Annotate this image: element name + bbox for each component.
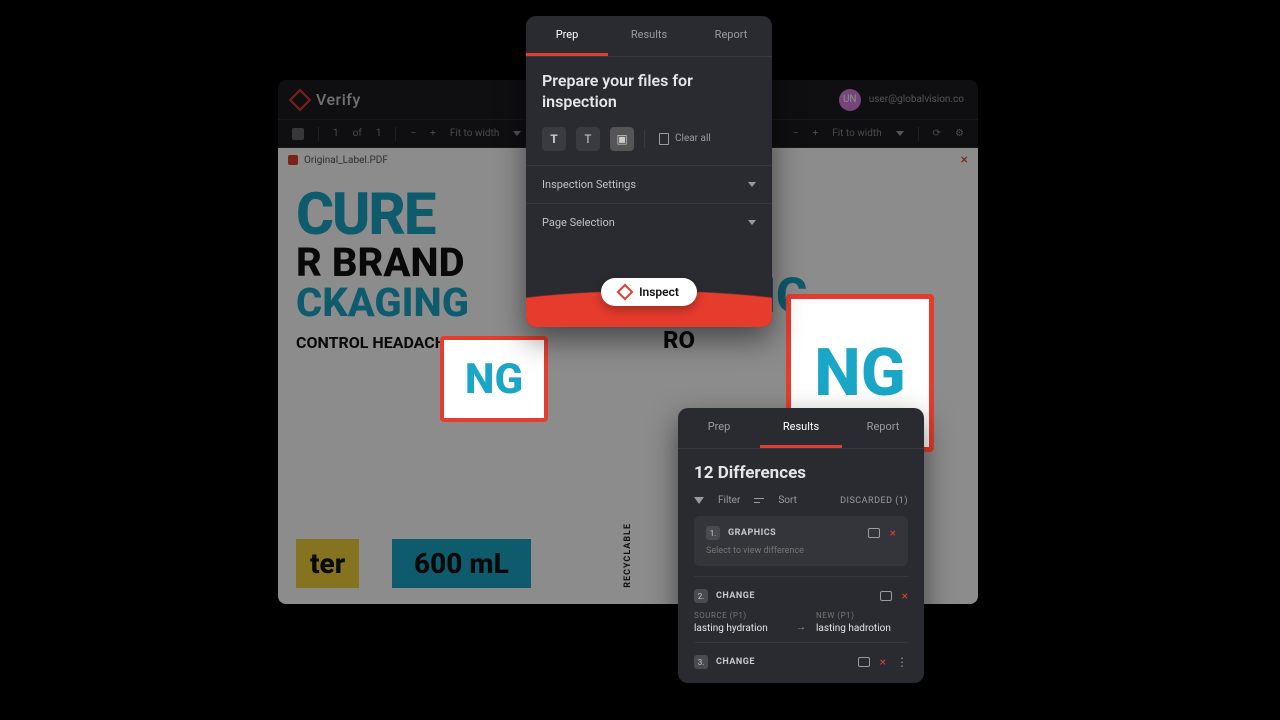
fit-mode[interactable]: Fit to width [450,128,499,139]
chevron-down-icon [748,220,756,225]
difference-type: CHANGE [716,591,755,601]
difference-card[interactable]: 2. CHANGE × SOURCE (P1) lasting hydratio… [694,576,908,642]
fit-mode-chevron-icon[interactable] [513,131,521,136]
page-selection-row[interactable]: Page Selection [526,203,772,241]
crop-tool-icon[interactable]: ▣ [610,127,634,151]
document-filename: Original_Label.PDF [304,155,388,166]
text-tool-icon[interactable]: T [576,127,600,151]
zoom-out-icon-2[interactable]: − [793,128,799,139]
results-filter-row: Filter Sort DISCARDED (1) [694,495,908,506]
difference-type: GRAPHICS [728,528,776,538]
sort-button[interactable]: Sort [778,495,797,506]
difference-type: CHANGE [716,657,755,667]
document-close-icon[interactable]: × [961,152,968,168]
inspect-logo-icon [617,283,634,300]
arrow-right-icon: → [796,622,806,634]
difference-card[interactable]: 3. CHANGE × ⋮ [694,642,908,683]
tab-prep-2[interactable]: Prep [678,408,760,448]
brand-logo-icon [289,88,312,111]
page-current: 1 [333,128,339,139]
tab-results-2[interactable]: Results [760,408,842,448]
more-icon[interactable]: ⋮ [896,655,908,669]
settings-gear-icon[interactable]: ⚙ [955,128,964,139]
lock-icon [288,155,298,165]
difference-card[interactable]: 1. GRAPHICS × Select to view difference [694,516,908,566]
comment-icon[interactable] [858,657,870,667]
text-tool-bold-icon[interactable]: T [542,127,566,151]
tab-results[interactable]: Results [608,16,690,56]
zoom-in-icon[interactable]: + [430,128,436,139]
sidebar-toggle-icon[interactable] [292,128,304,140]
refresh-icon[interactable]: ⟳ [933,128,941,139]
difference-index: 1. [706,526,720,540]
discarded-count[interactable]: DISCARDED (1) [840,496,908,506]
label-yellow-box: ter [296,539,359,588]
tab-prep[interactable]: Prep [526,16,608,56]
sort-icon[interactable] [754,496,764,506]
fit-mode-2[interactable]: Fit to width [832,128,881,139]
prep-tools-row: T T ▣ Clear all [542,127,756,151]
app-title: Verify [316,90,361,109]
difference-index: 2. [694,589,708,603]
discard-icon[interactable]: × [890,526,896,540]
prep-panel-tabs: Prep Results Report [526,16,772,57]
prep-panel: Prep Results Report Prepare your files f… [526,16,772,327]
inspect-dome: Inspect [526,241,772,327]
discard-icon[interactable]: × [902,589,908,603]
zoom-in-icon-2[interactable]: + [813,128,819,139]
difference-subtitle: Select to view difference [706,546,896,556]
results-panel: Prep Results Report 12 Differences Filte… [678,408,924,683]
filter-icon[interactable] [694,497,704,504]
page-total: 1 [376,128,382,139]
trash-icon [659,133,669,145]
comment-icon[interactable] [868,528,880,538]
tab-report-2[interactable]: Report [842,408,924,448]
zoom-out-icon[interactable]: − [410,128,416,139]
filter-button[interactable]: Filter [718,495,740,506]
discard-icon[interactable]: × [880,655,886,669]
difference-crop-left[interactable]: NG [440,336,548,422]
clear-all-button[interactable]: Clear all [659,133,711,145]
fit-mode-2-chevron-icon[interactable] [896,131,904,136]
tab-report[interactable]: Report [690,16,772,56]
avatar[interactable]: UN [839,89,861,111]
difference-index: 3. [694,655,708,669]
user-email[interactable]: user@globalvision.co [869,94,964,105]
inspect-button[interactable]: Inspect [601,278,697,306]
label-volume-box: 600 mL [392,539,531,588]
diff-source-value: lasting hydration [694,623,786,634]
chevron-down-icon [748,182,756,187]
results-panel-tabs: Prep Results Report [678,408,924,449]
results-title: 12 Differences [694,463,908,483]
diff-new-value: lasting hadrotion [816,623,908,634]
inspection-settings-row[interactable]: Inspection Settings [526,165,772,203]
comment-icon[interactable] [880,591,892,601]
prep-title: Prepare your files for inspection [542,71,756,113]
